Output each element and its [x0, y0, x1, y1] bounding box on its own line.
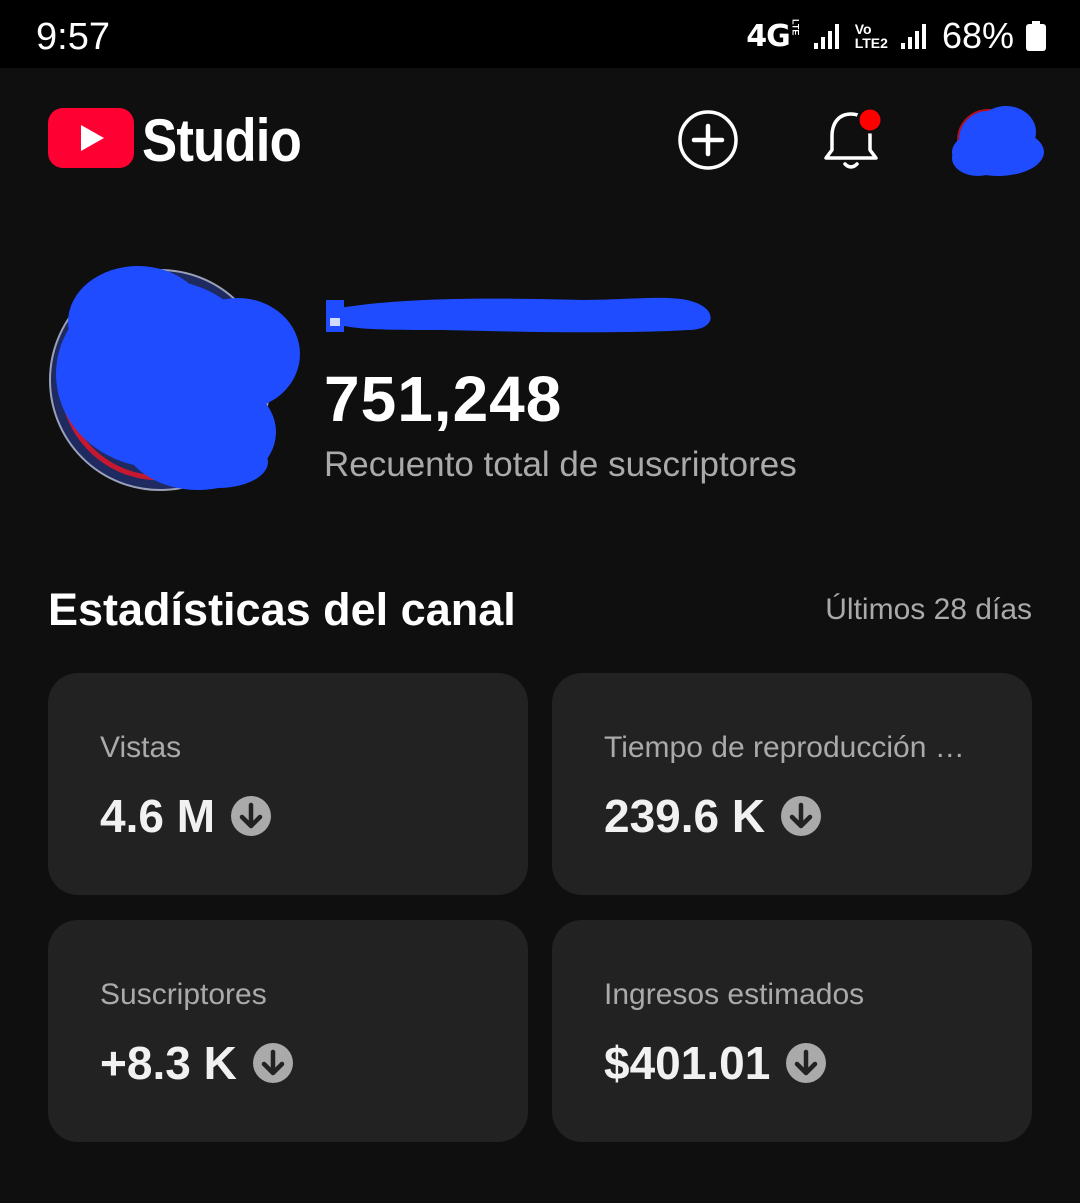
stat-card-revenue[interactable]: Ingresos estimados $401.01 [552, 920, 1032, 1142]
stat-card-label: Tiempo de reproducción … [604, 731, 965, 764]
subscriber-count: 751,248 [324, 363, 563, 435]
trend-down-icon [252, 1043, 293, 1083]
youtube-logo-icon[interactable] [48, 108, 134, 168]
stat-card-label: Vistas [100, 731, 182, 764]
stat-card-value: 4.6 M [100, 790, 216, 842]
channel-avatar[interactable] [48, 262, 304, 494]
app-title: Studio [142, 107, 302, 174]
status-indicators: 4G LTE Vo LTE2 68% [746, 14, 1046, 58]
battery-percent: 68% [941, 15, 1014, 56]
section-title: Estadísticas del canal [48, 584, 516, 635]
stat-card-value: +8.3 K [100, 1037, 237, 1089]
subscriber-count-label: Recuento total de suscriptores [324, 445, 797, 484]
app-header: Studio [0, 68, 1080, 208]
notifications-icon [824, 106, 884, 169]
notifications-button[interactable] [818, 104, 888, 176]
trend-down-icon [786, 1043, 827, 1083]
signal-icon-2 [900, 24, 926, 49]
account-avatar-button[interactable] [948, 102, 1046, 180]
account-avatar [952, 106, 1044, 176]
stat-card-subscribers[interactable]: Suscriptores +8.3 K [48, 920, 528, 1142]
volte-line2: LTE2 [854, 35, 888, 51]
network-sub-label: LTE [790, 18, 801, 35]
stat-card-label: Ingresos estimados [604, 978, 865, 1011]
stat-card-value-row: 239.6 K [604, 789, 822, 843]
stat-card-views[interactable]: Vistas 4.6 M [48, 673, 528, 895]
status-time: 9:57 [36, 16, 110, 58]
stat-card-value-row: $401.01 [604, 1036, 827, 1090]
create-button[interactable] [676, 108, 740, 172]
trend-down-icon [781, 796, 822, 836]
stat-card-value: 239.6 K [604, 790, 766, 842]
signal-icon [813, 24, 839, 49]
trend-down-icon [231, 796, 272, 836]
stat-card-watch-time[interactable]: Tiempo de reproducción … 239.6 K [552, 673, 1032, 895]
stat-card-value-row: +8.3 K [100, 1036, 293, 1090]
stat-card-value: $401.01 [604, 1037, 771, 1089]
stat-card-value-row: 4.6 M [100, 789, 272, 843]
network-label: 4G [746, 18, 790, 54]
notification-dot [856, 106, 884, 134]
status-bar: 9:57 4G LTE Vo LTE2 68% [0, 0, 1080, 68]
channel-name-redacted [326, 297, 711, 333]
create-icon [678, 110, 738, 170]
stats-period[interactable]: Últimos 28 días [825, 593, 1032, 627]
network-type: 4G LTE [746, 19, 801, 54]
volte-indicator: Vo LTE2 [855, 22, 888, 50]
stat-card-label: Suscriptores [100, 978, 267, 1011]
battery-icon [1026, 21, 1046, 51]
